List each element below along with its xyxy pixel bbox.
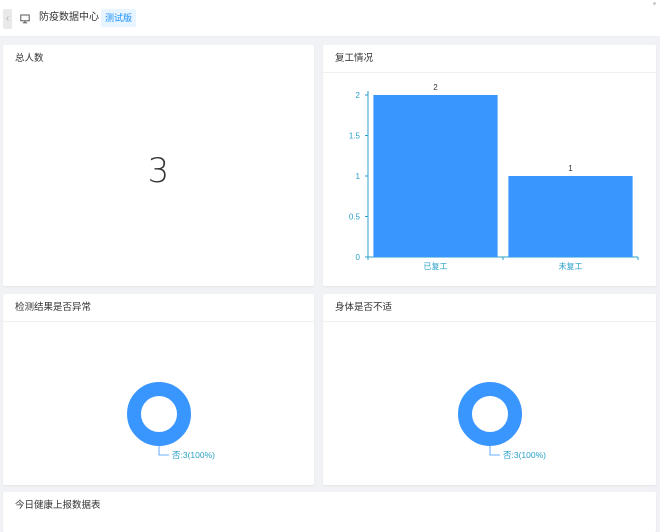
abnormal-donut-chart: 否:3(100%)	[127, 382, 215, 460]
y-tick-label: 1.5	[349, 132, 361, 141]
app-title: 防疫数据中心	[39, 12, 99, 23]
card-title: 总人数	[15, 53, 44, 64]
donut-slice[interactable]	[127, 382, 191, 446]
bar-value-label: 1	[568, 164, 573, 173]
bar-value-label: 2	[433, 83, 438, 92]
back-button[interactable]: ‹	[3, 9, 12, 29]
window-mark	[653, 2, 656, 5]
y-tick-label: 0	[356, 253, 361, 262]
x-tick-label: 未复工	[559, 261, 583, 271]
total-people-card: 总人数 3	[3, 45, 314, 286]
resumption-bar-chart: 0 0.5 1 1.5 2 2 已复工 1 未复工	[349, 83, 639, 271]
label-line	[489, 445, 500, 456]
abnormal-result-card: 检测结果是否异常 否:3(100%)	[3, 294, 314, 485]
y-tick-label: 0.5	[349, 213, 361, 222]
donut-slice[interactable]	[458, 382, 522, 446]
unwell-donut-chart: 否:3(100%)	[458, 382, 546, 460]
slice-label: 否:3(100%)	[503, 450, 546, 460]
total-people-value: 3	[147, 151, 170, 191]
bar[interactable]	[508, 176, 633, 257]
unwell-card: 身体是否不适 否:3(100%)	[323, 294, 656, 485]
slice-label: 否:3(100%)	[172, 450, 215, 460]
label-line	[158, 445, 169, 456]
top-bar: ‹ 防疫数据中心 测试版	[0, 0, 660, 37]
bar[interactable]	[373, 95, 498, 257]
health-report-table-card: 今日健康上报数据表	[3, 492, 656, 532]
y-tick-label: 1	[356, 172, 361, 181]
monitor-icon	[20, 14, 30, 24]
x-tick-label: 已复工	[424, 261, 448, 271]
y-tick-label: 2	[356, 91, 361, 100]
version-badge: 测试版	[101, 9, 137, 27]
resumption-card: 复工情况 0 0.5 1 1.5 2 2 已复工 1 未复工	[323, 45, 656, 286]
card-title: 今日健康上报数据表	[15, 500, 101, 511]
